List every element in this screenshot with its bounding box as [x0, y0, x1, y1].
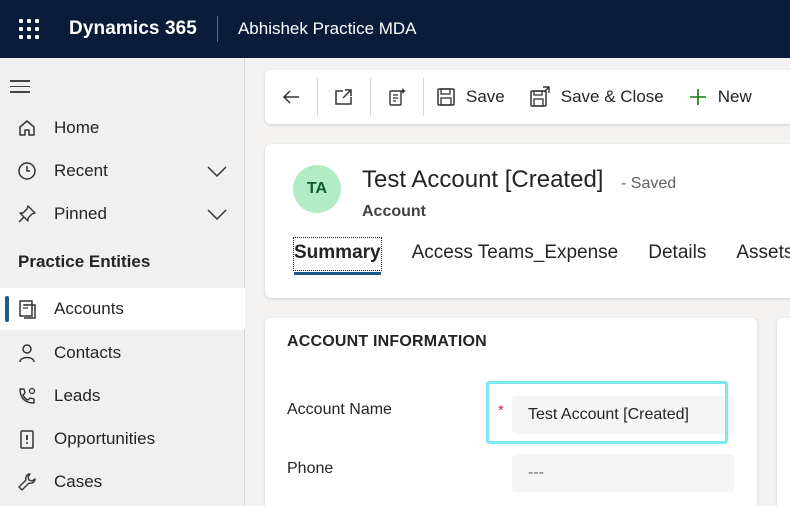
tab-assets[interactable]: Assets an: [736, 242, 790, 271]
sidebar-item-opportunities[interactable]: Opportunities: [0, 418, 245, 460]
phone-label: Phone: [287, 460, 334, 477]
app-launcher-button[interactable]: [0, 0, 58, 58]
sidebar-item-label: Pinned: [54, 204, 107, 223]
phone-field[interactable]: ---: [512, 454, 734, 492]
save-label: Save: [466, 87, 505, 106]
open-new-window-icon: [335, 89, 352, 105]
account-name-field[interactable]: Test Account [Created]: [512, 396, 734, 434]
record-entity-type: Account: [362, 203, 426, 220]
pin-icon: [16, 203, 38, 225]
form-tabs: Summary Access Teams_Expense Details Ass…: [293, 237, 790, 275]
tab-summary[interactable]: Summary: [293, 237, 382, 275]
sidebar-item-label: Opportunities: [54, 429, 156, 448]
record-header: TA Test Account [Created] - Saved Accoun…: [265, 144, 790, 298]
sidebar-item-label: Contacts: [54, 343, 122, 362]
sidebar-item-label: Recent: [54, 161, 108, 180]
section-title: ACCOUNT INFORMATION: [287, 333, 487, 350]
sidebar-item-label: Leads: [54, 386, 101, 405]
sidebar-group-title: Practice Entities: [18, 252, 151, 271]
form-sparkle-icon: [389, 88, 406, 106]
app-name[interactable]: Abhishek Practice MDA: [218, 19, 417, 39]
sidebar-item-contacts[interactable]: Contacts: [0, 332, 245, 374]
sidebar-item-label: Home: [54, 118, 100, 137]
new-label: New: [717, 87, 752, 106]
required-indicator: *: [498, 402, 504, 419]
tab-details[interactable]: Details: [648, 242, 706, 271]
save-status: - Saved: [621, 175, 677, 192]
record-title: Test Account [Created]: [362, 166, 604, 193]
save-icon: [437, 88, 455, 106]
sidebar-item-pinned[interactable]: Pinned: [0, 193, 245, 235]
copilot-form-fill-button[interactable]: [371, 70, 423, 124]
open-in-new-window-button[interactable]: [318, 70, 370, 124]
opportunity-icon: [16, 428, 38, 450]
leads-icon: [16, 385, 38, 407]
save-and-close-label: Save & Close: [560, 87, 664, 106]
clock-icon: [16, 160, 38, 182]
person-icon: [16, 342, 38, 364]
sidebar-item-cases[interactable]: Cases: [0, 461, 245, 503]
new-button[interactable]: New: [676, 70, 764, 124]
sidebar-item-home[interactable]: Home: [0, 107, 245, 149]
sidebar: Home Recent Pinned Practice Entities Acc…: [0, 58, 245, 506]
home-icon: [16, 117, 38, 139]
brand-title[interactable]: Dynamics 365: [58, 18, 217, 40]
arrow-left-icon: [282, 90, 299, 104]
command-bar: Save Save & Close New: [265, 70, 790, 124]
save-close-icon: [530, 86, 550, 107]
plus-icon: [689, 89, 706, 105]
chevron-down-icon[interactable]: [206, 203, 228, 225]
hamburger-menu-icon[interactable]: [10, 80, 30, 97]
sidebar-item-accounts[interactable]: Accounts: [0, 288, 245, 330]
waffle-icon: [19, 19, 39, 39]
top-bar: Dynamics 365 Abhishek Practice MDA: [0, 0, 790, 58]
save-and-close-button[interactable]: Save & Close: [517, 70, 676, 124]
chevron-down-icon[interactable]: [206, 160, 228, 182]
sidebar-item-label: Cases: [54, 472, 103, 491]
save-button[interactable]: Save: [424, 70, 517, 124]
back-button[interactable]: [265, 70, 317, 124]
sidebar-item-recent[interactable]: Recent: [0, 150, 245, 192]
accounts-icon: [16, 298, 38, 320]
sidebar-item-leads[interactable]: Leads: [0, 375, 245, 417]
account-name-label: Account Name: [287, 401, 392, 418]
tab-access-teams-expense[interactable]: Access Teams_Expense: [412, 242, 619, 271]
secondary-section: [777, 318, 790, 506]
account-information-section: ACCOUNT INFORMATION Account Name * Test …: [265, 318, 757, 506]
sidebar-item-label: Accounts: [54, 299, 124, 318]
avatar: TA: [293, 165, 341, 213]
wrench-icon: [16, 471, 38, 493]
